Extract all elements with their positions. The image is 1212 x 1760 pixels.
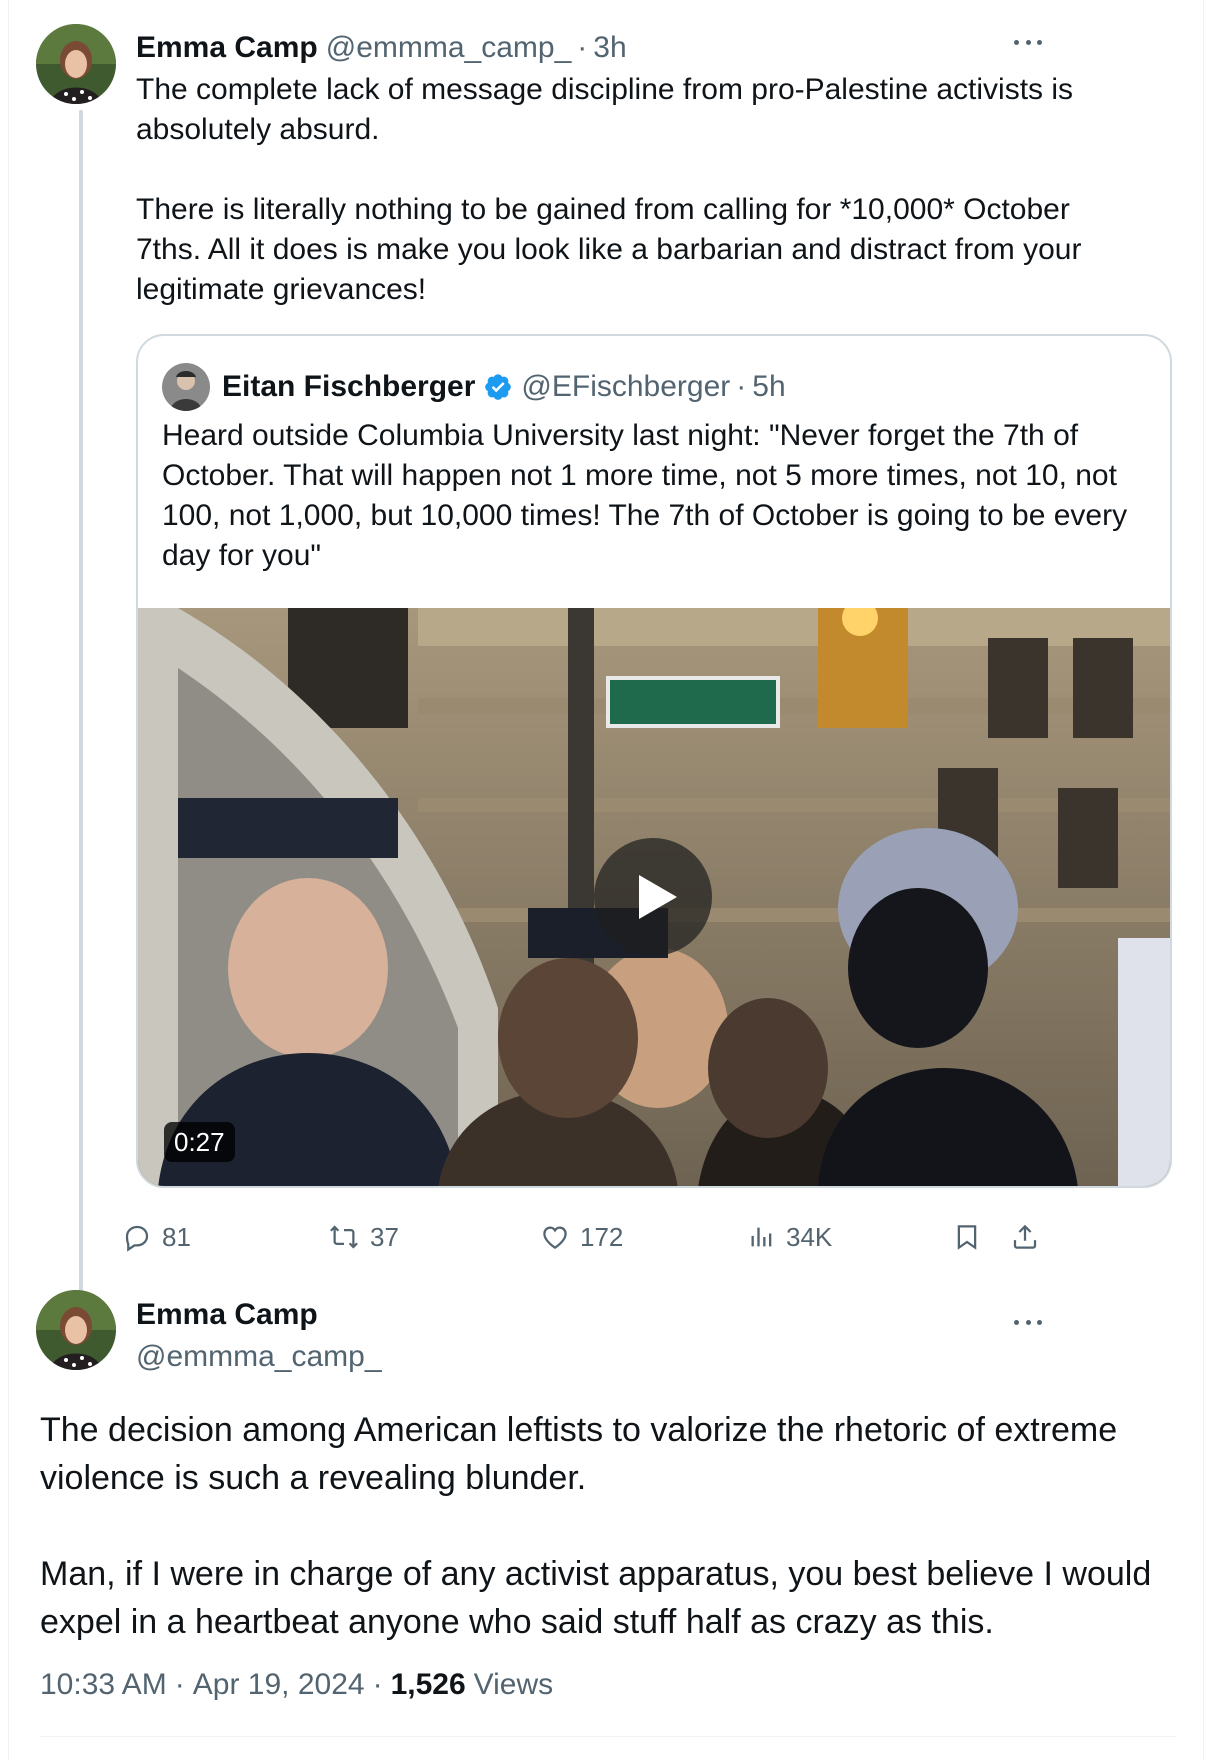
separator-dot: · [372,1668,383,1701]
tweet-text: The decision among American leftists to … [40,1411,1152,1641]
profile-photo [36,1290,116,1370]
share-button[interactable] [1010,1212,1040,1262]
views-icon [751,1227,772,1247]
divider [40,1736,1176,1737]
quoted-tweet-header: Eitan Fischberger @EFischberger · 5h [162,362,786,412]
separator-dot: · [174,1668,185,1701]
reply-icon [125,1225,149,1252]
separator-dot: · [577,31,588,64]
more-dot-icon [1014,1319,1019,1325]
views-label: Views [473,1668,554,1701]
quoted-profile-photo [162,363,210,411]
repost-button[interactable]: 37 [328,1212,399,1262]
video-duration-badge: 0:27 [164,1122,235,1162]
avatar[interactable] [36,1290,116,1370]
tweet-timestamp[interactable]: 3h [593,31,626,65]
bookmark-button[interactable] [952,1212,982,1262]
view-count: 34K [786,1221,833,1252]
play-icon [639,875,677,919]
author-name[interactable]: Emma Camp [136,1298,318,1332]
bookmark-icon [957,1225,977,1250]
thread-connector-line [79,110,83,1295]
more-dot-icon [1037,1319,1042,1325]
repost-count: 37 [370,1221,399,1252]
tweet-metadata: 10:33 AM · Apr 19, 2024 · 1,526 Views [40,1668,553,1702]
quoted-tweet-card[interactable]: Eitan Fischberger @EFischberger · 5h Hea… [136,334,1172,1188]
play-button[interactable] [594,838,712,956]
reply-count: 81 [162,1221,191,1252]
tweet-text: The complete lack of message discipline … [136,73,1082,306]
quoted-author-name[interactable]: Eitan Fischberger [222,370,475,404]
tweet-action-bar: 81 37 172 34K [125,1212,1176,1262]
repost-icon [330,1225,358,1249]
tweet-date[interactable]: Apr 19, 2024 [193,1668,365,1702]
author-name[interactable]: Emma Camp [136,31,318,65]
more-options-button[interactable] [1008,1310,1048,1334]
like-icon [543,1226,567,1249]
video-player[interactable]: 0:27 [138,608,1170,1186]
author-handle[interactable]: @emmma_camp_ [326,31,572,65]
like-count: 172 [580,1221,624,1252]
separator-dot: · [736,370,747,403]
more-dot-icon [1037,39,1042,45]
avatar[interactable] [36,24,116,104]
share-icon [1013,1224,1037,1249]
quoted-author-handle[interactable]: @EFischberger [521,370,730,404]
reply-button[interactable]: 81 [122,1212,191,1262]
quoted-avatar[interactable] [162,363,210,411]
tweet-header: Emma Camp @emmma_camp_ · 3h [136,28,627,68]
verified-badge-icon [483,372,513,402]
views-button[interactable]: 34K [748,1212,832,1262]
quoted-tweet-timestamp[interactable]: 5h [752,370,785,404]
quoted-tweet-text: Heard outside Columbia University last n… [162,419,1128,572]
more-dot-icon [1025,1319,1031,1325]
more-dot-icon [1025,39,1031,45]
tweet-time[interactable]: 10:33 AM [40,1668,167,1702]
profile-photo [36,24,116,104]
more-options-button[interactable] [1008,30,1048,54]
author-handle[interactable]: @emmma_camp_ [136,1340,382,1374]
more-dot-icon [1014,39,1019,45]
views-count: 1,526 [390,1668,466,1701]
like-button[interactable]: 172 [540,1212,623,1262]
